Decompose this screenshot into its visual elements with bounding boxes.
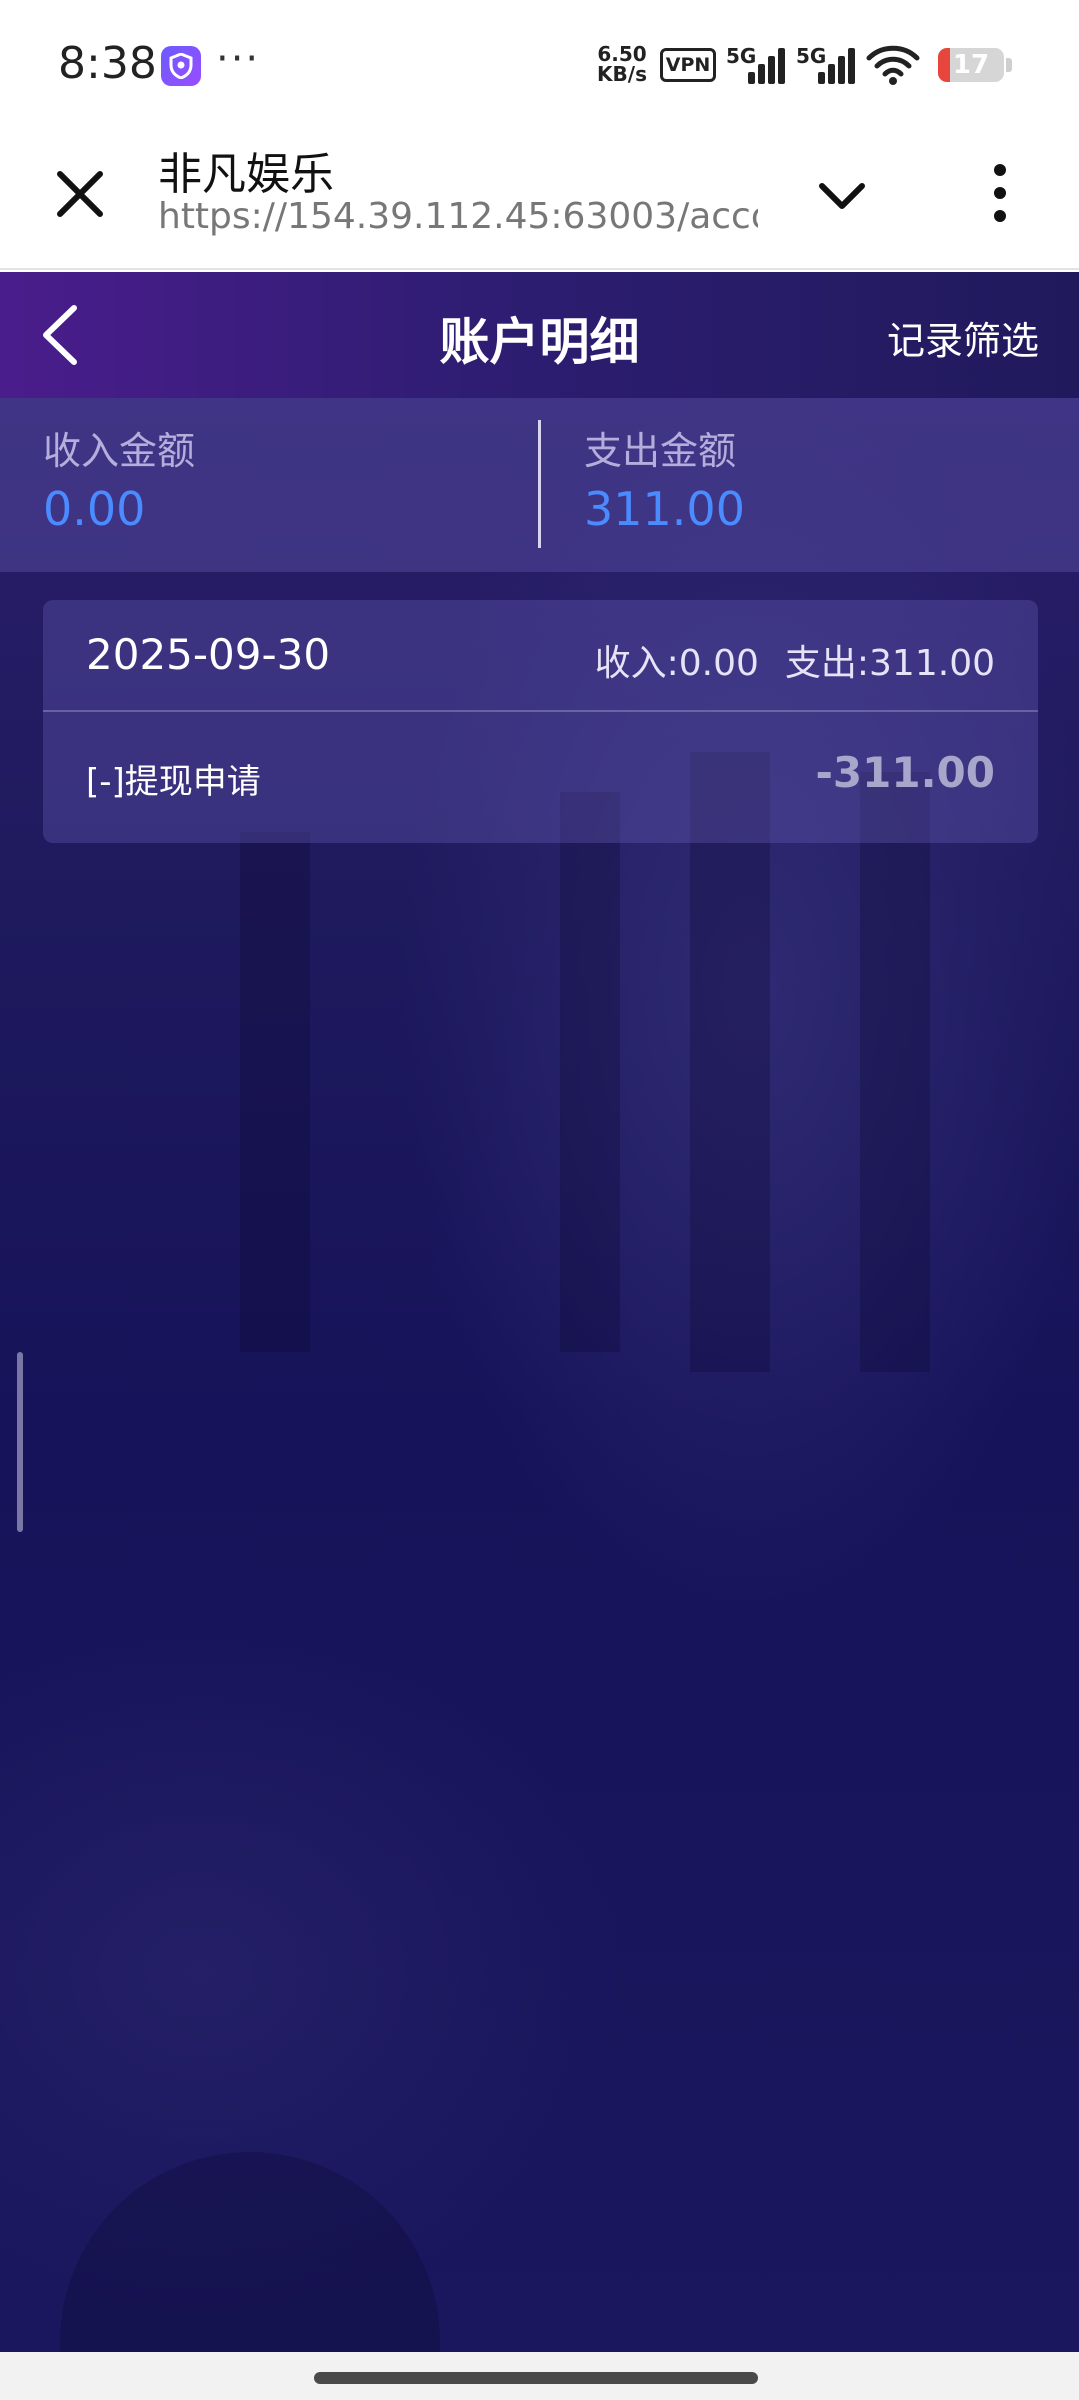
- expense-summary: 支出金额 311.00: [541, 398, 1079, 572]
- network-speed: 6.50 KB/s: [594, 44, 650, 84]
- sim2-label: 5G: [796, 44, 827, 68]
- page-header: 账户明细 记录筛选: [0, 272, 1079, 398]
- status-time: 8:38: [58, 38, 157, 89]
- background-decoration: [860, 772, 930, 1372]
- wifi-icon: [866, 44, 920, 90]
- net-speed-unit: KB/s: [597, 62, 647, 86]
- day-income-label: 收入:: [594, 643, 679, 684]
- income-summary: 收入金额 0.00: [0, 398, 538, 572]
- address-bar[interactable]: https://154.39.112.45:63003/accoun: [158, 196, 758, 237]
- close-icon[interactable]: [50, 164, 110, 224]
- background-decoration: [60, 2152, 440, 2352]
- expense-value: 311.00: [584, 482, 745, 536]
- home-indicator[interactable]: [314, 2372, 758, 2384]
- chevron-down-icon[interactable]: [812, 166, 872, 226]
- account-detail-page: 账户明细 记录筛选 收入金额 0.00 支出金额 311.00 2025-09-…: [0, 272, 1079, 2352]
- battery-icon: 17: [938, 48, 1004, 82]
- day-expense-value: 311.00: [869, 643, 995, 684]
- expense-label: 支出金额: [584, 429, 737, 473]
- battery-level: 17: [952, 50, 990, 80]
- background-decoration: [690, 752, 770, 1372]
- record-day-card: 2025-09-30 收入:0.00 支出:311.00 [-]提现申请 -311…: [43, 600, 1038, 843]
- list-item[interactable]: [-]提现申请 -311.00: [43, 712, 1038, 843]
- day-income-value: 0.00: [678, 643, 759, 684]
- signal-icon: 5G: [726, 44, 786, 84]
- background-decoration: [560, 792, 620, 1352]
- status-bar: 8:38 ··· 6.50 KB/s VPN 5G 5G 17: [0, 0, 1079, 130]
- site-title: 非凡娱乐: [158, 149, 334, 200]
- vpn-badge: VPN: [660, 48, 716, 82]
- income-label: 收入金额: [43, 429, 196, 473]
- signal-icon-2: 5G: [796, 44, 856, 84]
- transaction-name: [-]提现申请: [86, 762, 261, 802]
- record-filter-button[interactable]: 记录筛选: [887, 310, 1039, 365]
- scroll-indicator[interactable]: [17, 1352, 23, 1532]
- income-value: 0.00: [43, 482, 146, 536]
- browser-toolbar: 非凡娱乐 https://154.39.112.45:63003/accoun: [0, 130, 1079, 270]
- record-day-totals: 收入:0.00 支出:311.00: [595, 634, 995, 686]
- day-expense-label: 支出:: [784, 643, 870, 684]
- more-notifications-icon: ···: [216, 36, 261, 82]
- summary-panel: 收入金额 0.00 支出金额 311.00: [0, 398, 1079, 572]
- shield-app-icon: [161, 46, 201, 86]
- sim1-label: 5G: [726, 44, 757, 68]
- more-vertical-icon[interactable]: [975, 158, 1025, 228]
- transaction-amount: -311.00: [815, 748, 995, 797]
- record-date: 2025-09-30: [86, 630, 331, 679]
- gesture-nav-bar: [0, 2352, 1079, 2400]
- net-speed-value: 6.50: [597, 42, 647, 66]
- background-decoration: [240, 832, 310, 1352]
- record-day-header: 2025-09-30 收入:0.00 支出:311.00: [43, 600, 1038, 712]
